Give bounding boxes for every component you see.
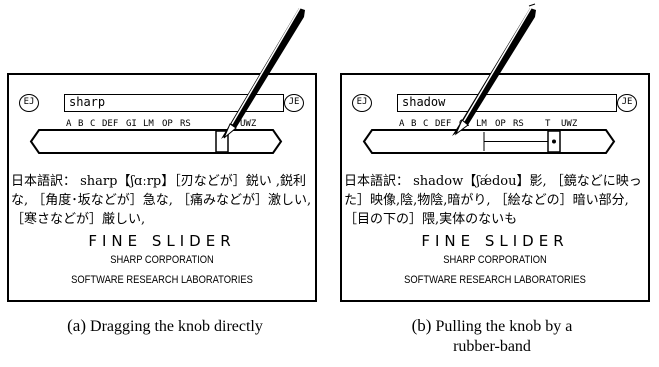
caption-a: (a) Dragging the knob directly — [35, 316, 295, 337]
caption-text: Pulling the knob by a rubber-band — [435, 318, 573, 355]
caption-tag: (b) — [411, 316, 432, 335]
pen-b-icon — [452, 3, 536, 136]
pen-a-icon — [221, 7, 305, 139]
stylus-pen-icon — [221, 3, 536, 139]
caption-b: (b) Pulling the knob by a rubber-band — [392, 316, 592, 357]
caption-tag: (a) — [67, 316, 87, 335]
caption-text: Dragging the knob directly — [90, 318, 263, 335]
